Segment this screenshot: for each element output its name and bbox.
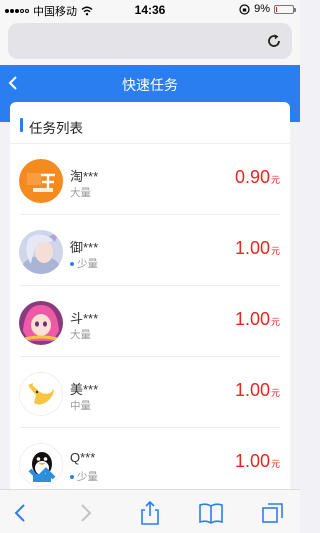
task-price: 1.00 元 [235, 380, 280, 401]
bookmarks-icon[interactable] [198, 500, 224, 526]
price-unit: 元 [270, 246, 280, 256]
taobao-avatar [19, 159, 63, 203]
game-girl-avatar [19, 230, 63, 274]
section-accent-bar [20, 118, 23, 132]
task-card: 任务列表 淘*** 大量 0.90 元 御*** 少量 1.00 元 斗*** … [10, 102, 290, 502]
task-name: 御*** [70, 240, 99, 255]
battery-icon [274, 4, 296, 14]
quantity-dot [70, 261, 74, 266]
quantity-dot [70, 474, 74, 479]
price-value: 0.90 [234, 167, 270, 187]
status-right: 9% [239, 3, 296, 15]
price-value: 1.00 [234, 380, 270, 400]
price-unit: 元 [270, 388, 280, 398]
task-quantity: 大量 [70, 327, 91, 342]
quantity-label: 大量 [70, 329, 91, 341]
browser-toolbar [0, 489, 300, 533]
browser-back-icon[interactable] [8, 500, 34, 526]
app-header: 快速任务 [0, 65, 300, 102]
task-name: Q*** [70, 450, 96, 465]
battery-percent: 9% [254, 3, 270, 15]
quantity-label: 少量 [77, 471, 98, 483]
task-row[interactable]: 淘*** 大量 0.90 元 [10, 144, 290, 215]
address-bar[interactable] [8, 23, 292, 59]
task-price: 1.00 元 [235, 309, 280, 330]
section-title: 任务列表 [29, 121, 83, 136]
price-value: 1.00 [234, 451, 270, 471]
status-bar: 中国移动 14:36 9% [0, 0, 300, 20]
quantity-label: 大量 [70, 187, 91, 199]
orientation-lock-icon [239, 3, 250, 15]
task-quantity: 少量 [70, 469, 98, 484]
browser-address-area [0, 20, 300, 65]
pink-hair-avatar [19, 301, 63, 345]
section-header: 任务列表 [10, 102, 290, 144]
task-price: 1.00 元 [235, 451, 280, 472]
task-row[interactable]: 美*** 中量 1.00 元 [10, 357, 290, 428]
task-name: 斗*** [70, 311, 99, 326]
reload-icon[interactable] [264, 31, 284, 51]
task-price: 1.00 元 [235, 238, 280, 259]
price-unit: 元 [270, 317, 280, 327]
page-title: 快速任务 [122, 77, 178, 93]
task-name: 淘*** [70, 169, 99, 184]
browser-forward-icon[interactable] [72, 500, 98, 526]
kangaroo-avatar [19, 372, 63, 416]
task-quantity: 中量 [70, 398, 91, 413]
price-unit: 元 [270, 459, 280, 469]
battery-level [276, 6, 277, 12]
price-unit: 元 [270, 175, 280, 185]
qq-penguin-avatar [19, 443, 63, 487]
share-icon[interactable] [137, 500, 163, 526]
quantity-label: 中量 [70, 400, 91, 412]
task-row[interactable]: 斗*** 大量 1.00 元 [10, 286, 290, 357]
tabs-icon[interactable] [260, 500, 286, 526]
price-value: 1.00 [234, 238, 270, 258]
price-value: 1.00 [234, 309, 270, 329]
task-quantity: 少量 [70, 256, 98, 271]
quantity-label: 少量 [77, 258, 98, 270]
task-quantity: 大量 [70, 185, 91, 200]
task-name: 美*** [70, 382, 99, 397]
task-price: 0.90 元 [235, 167, 280, 188]
task-row[interactable]: 御*** 少量 1.00 元 [10, 215, 290, 286]
